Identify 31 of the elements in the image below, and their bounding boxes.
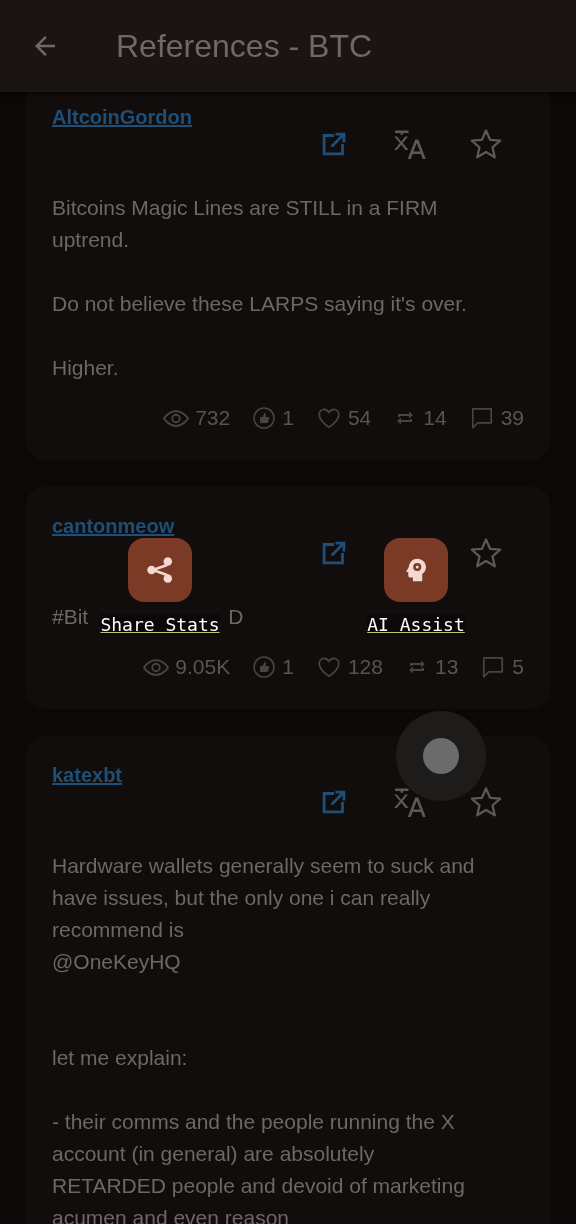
stat-count: 14 [423, 406, 447, 430]
stat-count: 732 [195, 406, 231, 430]
stat-count: 9.05K [175, 655, 231, 679]
stat-count: 13 [434, 655, 459, 679]
ai-assist-button[interactable] [384, 538, 448, 602]
author-link[interactable]: katexbt [52, 764, 123, 787]
heart-icon [315, 654, 342, 680]
stat-count: 1 [282, 406, 294, 430]
author-link[interactable]: AltcoinGordon [52, 106, 192, 129]
eye-icon [163, 409, 190, 427]
eye-icon [143, 658, 170, 676]
screen-title: References - BTC [116, 27, 373, 65]
star-icon[interactable] [469, 785, 503, 819]
action-label: Share Stats [100, 614, 220, 635]
floating-handle[interactable] [396, 711, 486, 801]
stat-count: 128 [347, 655, 383, 679]
stat-count: 1 [282, 655, 294, 679]
share-button[interactable] [128, 538, 192, 602]
star-icon[interactable] [469, 127, 503, 161]
thumbs-up-icon [252, 406, 277, 430]
thumbs-up-icon [252, 655, 277, 679]
stat-count: 5 [512, 655, 524, 679]
stat-count: 54 [347, 406, 372, 430]
post-text: D [228, 604, 244, 630]
author-link[interactable]: cantonmeow [52, 515, 175, 538]
stat-count: 39 [500, 406, 524, 430]
action-label: AI Assist [367, 614, 465, 635]
post-text: Bitcoins Magic Lines are STILL in a FIRM uptrend. Do not believe these LARPS saying it's over. Higher. [52, 195, 468, 381]
star-icon[interactable] [469, 536, 503, 570]
post-text: #Bit [52, 604, 89, 630]
heart-icon [315, 405, 342, 431]
